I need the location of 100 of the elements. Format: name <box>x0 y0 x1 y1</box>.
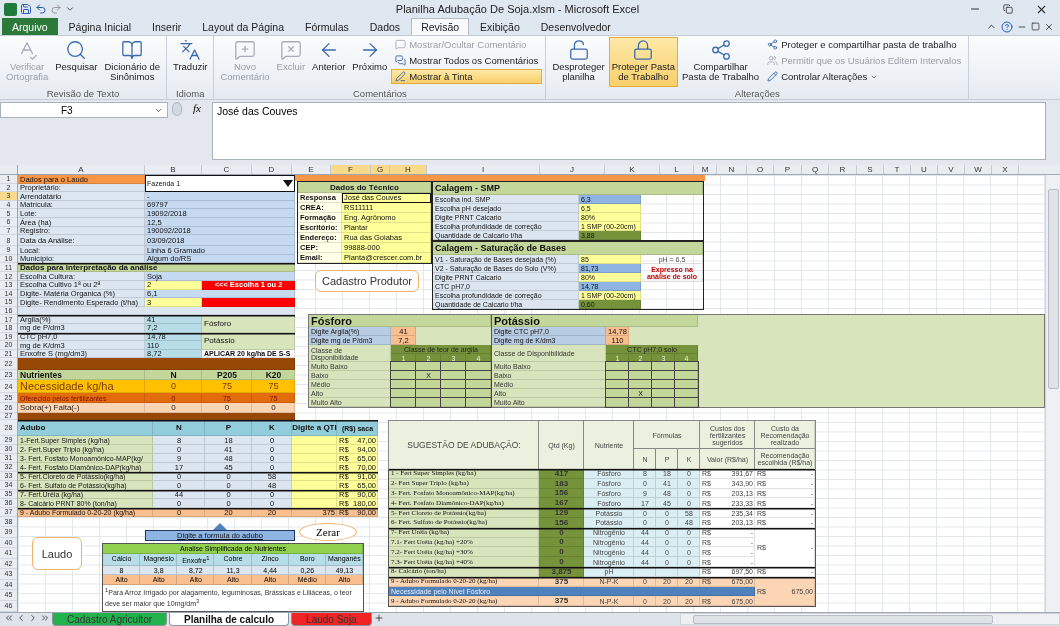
scroll-thumb[interactable] <box>1047 189 1059 389</box>
section-header: Potássio <box>492 315 698 327</box>
column-heading[interactable]: C <box>202 165 252 174</box>
report-button[interactable]: Laudo <box>32 537 82 570</box>
save-icon[interactable] <box>20 3 32 15</box>
section-header: Dados do Técnico <box>298 182 431 193</box>
row-label: Sobra(+) Falta(-) <box>18 403 145 414</box>
ribbon-button[interactable]: Dicionário de Sinônimos <box>101 37 163 87</box>
column-heading[interactable]: M <box>694 165 717 174</box>
resize-handle[interactable] <box>172 102 182 116</box>
column-heading[interactable]: S <box>857 165 884 174</box>
table-cell: 156 <box>539 488 584 499</box>
name-box[interactable]: F3 <box>0 102 168 118</box>
function-button[interactable]: fx <box>186 102 208 118</box>
ribbon-tab[interactable]: Dados <box>359 18 411 35</box>
column-header: Digite a QTI <box>292 420 337 436</box>
table-cell: 156 <box>539 518 584 528</box>
last-sheet-icon[interactable] <box>40 613 50 623</box>
table-cell: 167 <box>539 498 584 509</box>
comment-plus-icon <box>234 39 256 61</box>
ribbon-button[interactable]: Anterior <box>309 37 349 87</box>
table-cell: 417 <box>539 469 584 479</box>
group-label: Idioma <box>174 88 206 99</box>
new-sheet-icon[interactable] <box>373 613 384 623</box>
ribbon-tab[interactable]: Layout da Página <box>192 18 294 35</box>
group-label: Revisão de Texto <box>45 88 121 99</box>
column-heading[interactable]: X <box>992 165 1019 174</box>
cell-reference: F3 <box>61 104 73 116</box>
column-heading[interactable]: J <box>540 165 605 174</box>
ribbon-button[interactable]: Traduzir <box>169 37 211 87</box>
column-heading[interactable]: K <box>605 165 660 174</box>
pen-icon <box>395 71 407 82</box>
ribbon-tab[interactable]: Fórmulas <box>295 18 359 35</box>
close-icon[interactable] <box>1044 21 1054 32</box>
ribbon-tab[interactable]: Página Inicial <box>58 18 142 35</box>
column-heading[interactable]: D <box>252 165 292 174</box>
ribbon-button[interactable]: Proteger e compartilhar pasta de trabalho <box>763 37 966 52</box>
column-heading[interactable]: B <box>145 165 202 174</box>
help-icon[interactable] <box>1001 20 1013 33</box>
ribbon-tab[interactable]: Desenvolvedor <box>530 18 621 35</box>
column-heading[interactable]: O <box>747 165 774 174</box>
table-cell: 75 <box>202 380 252 394</box>
table-cell: 375 <box>539 596 584 607</box>
ribbon-tab[interactable]: Revisão <box>411 18 470 35</box>
column-heading[interactable]: V <box>938 165 965 174</box>
table-cell: 0 <box>539 527 584 538</box>
unlock-icon <box>567 39 590 61</box>
section-header: Calagem - SMP <box>433 182 703 195</box>
column-heading[interactable]: L <box>660 165 694 174</box>
undo-icon[interactable] <box>35 3 47 15</box>
table-cell: 375 <box>539 576 584 587</box>
previous-sheet-icon[interactable] <box>16 613 26 623</box>
column-heading[interactable]: U <box>911 165 938 174</box>
comments-icon <box>395 55 407 66</box>
share-icon <box>709 39 732 61</box>
restore-icon[interactable] <box>1031 22 1040 31</box>
column-heading[interactable]: W <box>965 165 992 174</box>
pencil-icon <box>767 71 779 82</box>
section-header: Fósforo <box>309 315 491 327</box>
column-heading[interactable]: N <box>717 165 747 174</box>
restore-icon <box>1003 4 1013 14</box>
ribbon-button[interactable]: Próximo <box>349 37 391 87</box>
table-cell: 0 <box>539 547 584 558</box>
table-cell: 0 <box>539 557 584 567</box>
horizontal-scrollbar[interactable] <box>680 613 1060 625</box>
column-heading[interactable]: A <box>18 165 145 174</box>
column-heading[interactable]: P <box>774 165 802 174</box>
column-header: N <box>153 420 205 436</box>
section-header: Calagem - Saturação de Bases <box>433 242 703 255</box>
column-heading[interactable]: I <box>427 165 540 174</box>
register-button[interactable]: Cadastro Produtor <box>315 270 419 292</box>
column-heading[interactable]: G <box>371 165 390 174</box>
formula-field[interactable]: José das Couves <box>212 102 1046 160</box>
next-sheet-icon[interactable] <box>28 613 38 623</box>
app-icon <box>4 2 17 16</box>
clear-button[interactable]: Zerar <box>299 523 357 541</box>
group-label: Alterações <box>733 88 781 99</box>
scroll-thumb[interactable] <box>693 614 993 624</box>
sheet-tab[interactable]: Cadastro Agricultor <box>52 613 168 626</box>
column-heading[interactable]: H <box>390 165 427 174</box>
column-heading[interactable]: F <box>331 165 371 174</box>
column-heading[interactable]: R <box>829 165 857 174</box>
sheet-tab[interactable]: Planilha de calculo <box>169 613 290 626</box>
ribbon-button[interactable]: Proteger Pasta de Trabalho <box>608 37 679 87</box>
column-heading[interactable]: Q <box>802 165 829 174</box>
ribbon-tab[interactable]: Exibição <box>470 18 530 35</box>
ribbon-button[interactable]: Pesquisar <box>52 37 101 87</box>
column-heading[interactable]: T <box>884 165 911 174</box>
caret-icon[interactable] <box>65 4 75 14</box>
redo-icon[interactable] <box>50 3 62 15</box>
ribbon-button[interactable]: Mostrar à Tinta <box>391 69 543 84</box>
ribbon-tab[interactable]: Inserir <box>142 18 192 35</box>
dropdown-arrow-icon[interactable] <box>283 180 293 188</box>
ribbon-button[interactable]: Compartilhar Pasta de Trabalho <box>679 37 763 87</box>
ribbon-button[interactable]: Controlar Alterações <box>763 69 966 84</box>
vertical-scrollbar[interactable] <box>1045 175 1060 612</box>
ribbon-button[interactable]: Desproteger planilha <box>549 37 608 87</box>
ribbon-tab[interactable]: Arquivo <box>2 18 58 35</box>
first-sheet-icon[interactable] <box>4 613 14 623</box>
ribbon-button[interactable]: Mostrar Todos os Comentários <box>391 53 543 68</box>
